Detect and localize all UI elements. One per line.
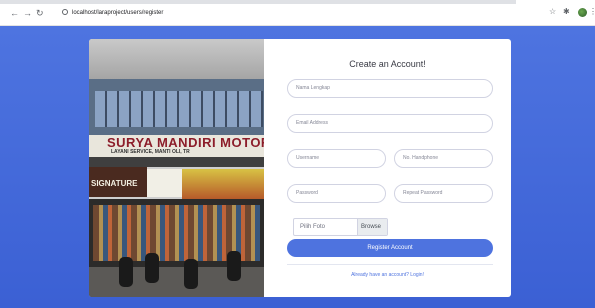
- reload-icon[interactable]: ↻: [36, 8, 44, 18]
- profile-avatar[interactable]: [578, 8, 587, 17]
- repeat-password-placeholder: Repeat Password: [403, 190, 443, 196]
- shop-sign-subtext: LAYANI SERVICE, MANTI OLI, TR: [111, 149, 190, 155]
- motorbike: [119, 257, 133, 287]
- password-placeholder: Password: [296, 190, 318, 196]
- puzzle-icon[interactable]: ✱: [563, 7, 570, 17]
- tab-strip: [0, 0, 595, 4]
- register-form: Create an Account! Nama Lengkap Email Ad…: [264, 39, 511, 297]
- repeat-password-field[interactable]: Repeat Password: [394, 184, 493, 203]
- address-bar[interactable]: localhost/laraproject/users/register: [62, 7, 542, 20]
- divider: [287, 264, 493, 265]
- url-text[interactable]: localhost/laraproject/users/register: [72, 8, 163, 18]
- email-field[interactable]: Email Address: [287, 114, 493, 133]
- motorbike: [227, 251, 241, 281]
- browse-button[interactable]: Browse: [357, 219, 387, 235]
- back-icon[interactable]: ←: [10, 8, 19, 18]
- active-tab[interactable]: [516, 0, 595, 4]
- username-placeholder: Username: [296, 155, 320, 161]
- full-name-field[interactable]: Nama Lengkap: [287, 79, 493, 98]
- register-card: SURYA MANDIRI MOTOR LAYANI SERVICE, MANT…: [89, 39, 511, 297]
- register-button-label: Register Account: [367, 245, 413, 251]
- phone-placeholder: No. Handphone: [403, 155, 439, 161]
- email-placeholder: Email Address: [296, 120, 328, 126]
- forward-icon[interactable]: →: [23, 8, 32, 18]
- browser-toolbar: ← → ↻ localhost/laraproject/users/regist…: [0, 0, 595, 26]
- signature-sign-text: SIGNATURE: [91, 179, 138, 188]
- star-icon[interactable]: ☆: [549, 7, 556, 17]
- site-info-icon[interactable]: [62, 9, 68, 15]
- storefront-photo: SURYA MANDIRI MOTOR LAYANI SERVICE, MANT…: [89, 39, 264, 297]
- kebab-menu-icon[interactable]: ⋮: [589, 7, 595, 17]
- full-name-placeholder: Nama Lengkap: [296, 85, 330, 91]
- username-field[interactable]: Username: [287, 149, 386, 168]
- file-input-label: Pilih Foto: [300, 224, 326, 230]
- register-button[interactable]: Register Account: [287, 239, 493, 257]
- password-field[interactable]: Password: [287, 184, 386, 203]
- form-title: Create an Account!: [349, 59, 426, 69]
- shop-sign-text: SURYA MANDIRI MOTOR: [107, 135, 264, 150]
- motorbike: [145, 253, 159, 283]
- browse-button-label: Browse: [361, 224, 382, 230]
- phone-field[interactable]: No. Handphone: [394, 149, 493, 168]
- photo-file-input[interactable]: Pilih Foto Browse: [293, 218, 388, 236]
- login-link[interactable]: Already have an account? Login!: [264, 271, 511, 279]
- motorbike: [184, 259, 198, 289]
